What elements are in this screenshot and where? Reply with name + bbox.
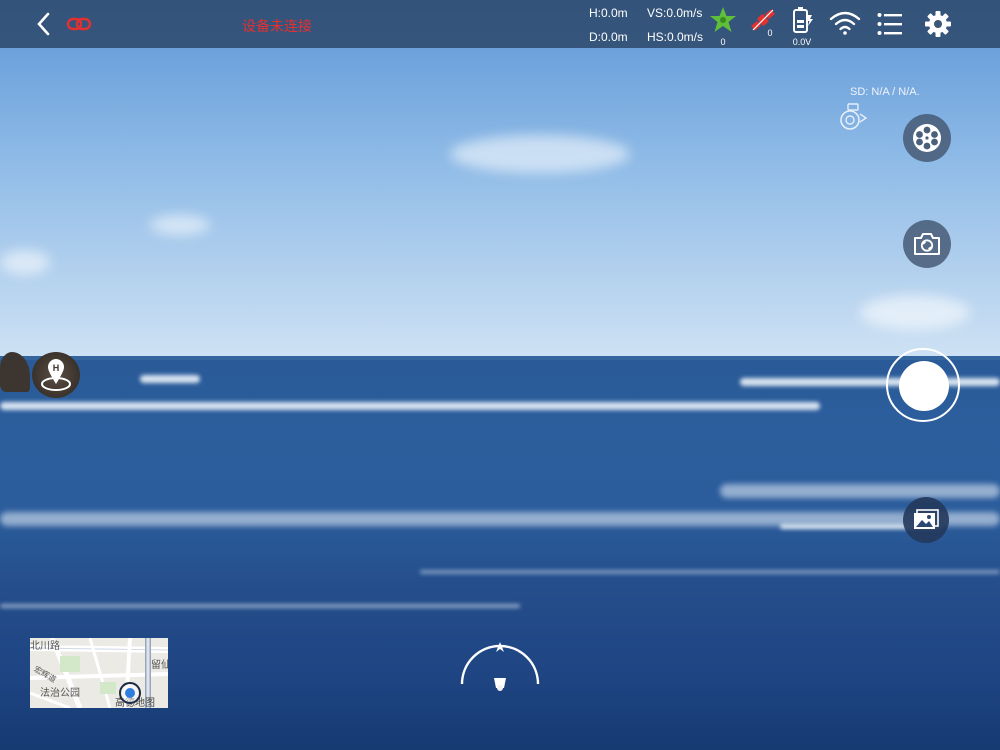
map-label: 北川路	[30, 641, 60, 652]
wave	[0, 402, 820, 410]
wave	[140, 375, 200, 383]
menu-button[interactable]	[877, 12, 903, 41]
heading-indicator	[458, 640, 542, 696]
cloud	[450, 135, 630, 173]
cloud	[860, 295, 970, 330]
mini-map[interactable]: 北川路 留仙 法治公园 高德地图 宏辉道	[30, 638, 168, 708]
shutter-button-core	[899, 361, 949, 411]
horizontal-speed-readout: HS:0.0m/s	[647, 30, 704, 44]
sd-card-status: SD: N/A / N/A.	[850, 86, 920, 98]
wave	[0, 604, 520, 608]
gps-count: 0	[720, 37, 726, 47]
vertical-speed-readout: VS:0.0m/s	[647, 6, 703, 20]
camera-switch-icon	[914, 233, 940, 255]
svg-text:H: H	[53, 363, 60, 373]
settings-button[interactable]	[924, 10, 952, 43]
battery-icon	[793, 7, 813, 33]
home-point-button[interactable]: H	[32, 352, 80, 398]
gimbal-icon	[840, 103, 868, 130]
chevron-left-icon	[37, 12, 50, 36]
satellite-count: 0	[767, 28, 773, 38]
connection-link-button[interactable]	[66, 14, 92, 34]
film-reel-icon	[913, 124, 941, 152]
video-mode-button[interactable]	[903, 114, 951, 162]
gps-star-icon	[710, 7, 736, 32]
connection-status: 设备未连接	[242, 18, 312, 34]
photo-mode-button[interactable]	[903, 220, 951, 268]
cloud	[150, 215, 210, 235]
wave	[740, 378, 1000, 386]
wave	[420, 570, 1000, 574]
list-menu-icon	[877, 13, 902, 35]
back-button[interactable]	[32, 10, 58, 38]
broken-link-icon	[66, 17, 92, 31]
satellite-indicator: 0	[748, 6, 778, 46]
map-label: 留仙	[151, 660, 168, 671]
sky	[0, 0, 1000, 360]
wave	[720, 484, 1000, 498]
distance-readout: D:0.0m	[589, 30, 628, 44]
compass-icon	[460, 642, 540, 691]
cloud	[0, 250, 50, 275]
wifi-icon	[829, 11, 861, 35]
map-label: 法治公园	[40, 688, 80, 699]
top-bar: 设备未连接 H:0.0m D:0.0m VS:0.0m/s HS:0.0m/s …	[0, 0, 1000, 48]
horizon-line	[0, 356, 1000, 360]
battery-voltage: 0.0V	[792, 37, 812, 47]
gimbal-status	[836, 102, 870, 132]
gear-icon	[925, 11, 951, 37]
height-readout: H:0.0m	[589, 6, 628, 20]
current-location-marker	[119, 682, 141, 704]
gps-indicator: 0	[709, 6, 737, 47]
wifi-status[interactable]	[829, 10, 861, 41]
home-point-icon: H	[41, 359, 71, 391]
shutter-button[interactable]	[886, 348, 960, 422]
gallery-button[interactable]	[903, 497, 949, 543]
gallery-icon	[914, 509, 939, 529]
battery-indicator: 0.0V	[789, 6, 815, 47]
